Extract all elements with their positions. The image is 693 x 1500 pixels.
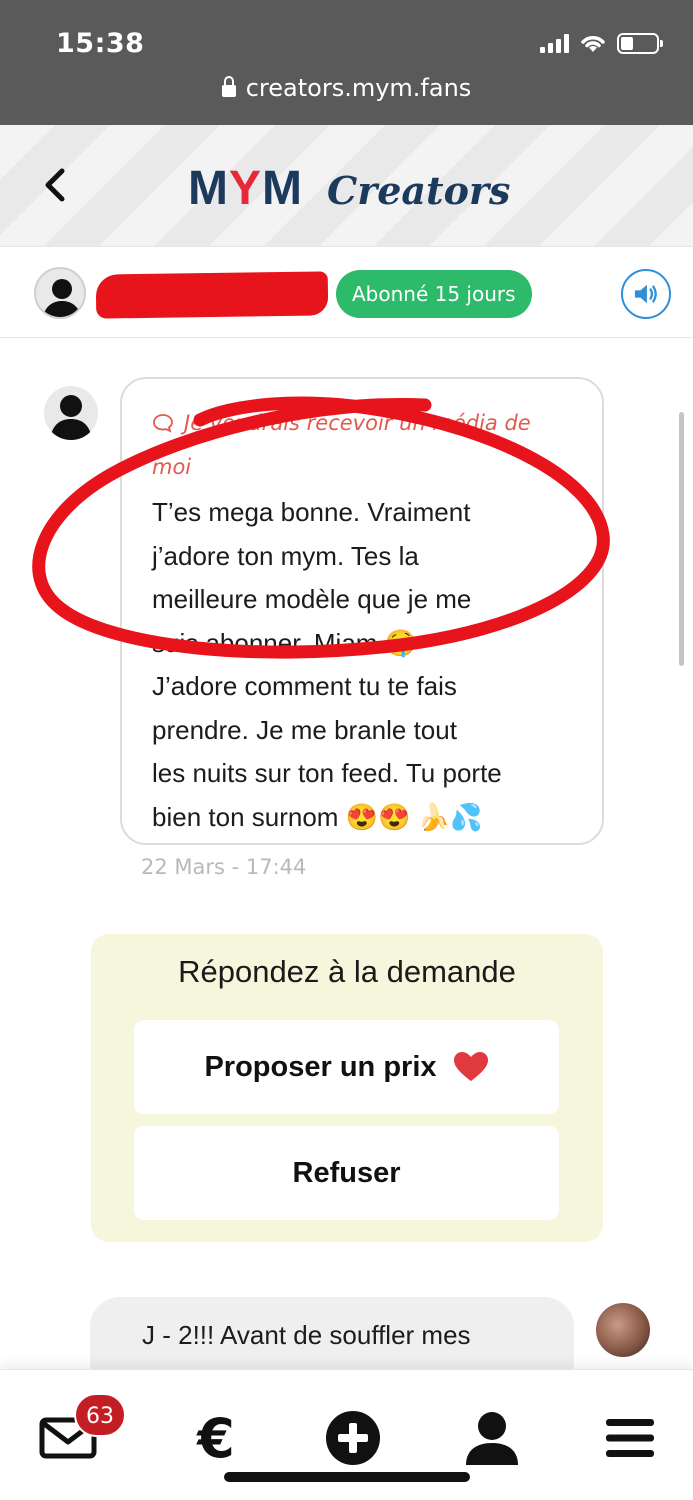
status-bar: 15:38 creators.mym.fans [0, 0, 693, 125]
wifi-icon [581, 36, 605, 52]
scrollbar[interactable] [679, 412, 684, 666]
reply-title: Répondez à la demande [178, 954, 516, 989]
speaker-icon[interactable] [621, 269, 671, 319]
lock-icon [221, 76, 236, 97]
nav-menu[interactable] [598, 1406, 662, 1470]
unread-badge: 63 [74, 1393, 126, 1437]
mym-logo: MYM Creators [188, 161, 510, 216]
heart-icon [453, 1052, 488, 1081]
propose-price-label: Proposer un prix [204, 1050, 437, 1083]
status-time: 15:38 [56, 28, 145, 59]
sender-avatar[interactable] [44, 386, 98, 440]
redacted-username [95, 271, 329, 319]
app-header: MYM Creators [0, 125, 693, 247]
user-icon [466, 1412, 518, 1465]
subscription-badge: Abonné 15 jours [336, 270, 532, 318]
euro-icon[interactable]: € [184, 1406, 248, 1470]
refuse-button[interactable]: Refuser [134, 1126, 559, 1220]
conversation-profile-bar: Abonné 15 jours [0, 248, 693, 338]
message-bubble: Je voudrais recevoir un média de moi T’e… [120, 377, 604, 845]
media-request-label: Je voudrais recevoir un média de moi [152, 411, 531, 479]
menu-icon [606, 1419, 654, 1457]
logo-creators: Creators [326, 168, 511, 213]
message-text: T’es mega bonne. Vraiment j’adore ton my… [152, 497, 502, 832]
battery-icon [617, 32, 663, 54]
plus-circle-icon [326, 1411, 380, 1465]
home-indicator[interactable] [224, 1472, 470, 1482]
refuse-label: Refuser [292, 1156, 401, 1189]
propose-price-button[interactable]: Proposer un prix [134, 1020, 559, 1114]
status-icons [540, 32, 663, 54]
signal-icon [540, 33, 569, 53]
chat-bubble-icon [153, 414, 173, 433]
avatar[interactable] [34, 267, 86, 319]
url-bar[interactable]: creators.mym.fans [0, 74, 693, 102]
reply-card: Répondez à la demande Proposer un prix R… [91, 934, 603, 1242]
url-text: creators.mym.fans [245, 74, 472, 102]
nav-create[interactable] [321, 1406, 385, 1470]
message-timestamp: 22 Mars - 17:44 [141, 855, 307, 879]
chevron-left-icon[interactable] [38, 165, 72, 205]
creator-avatar[interactable] [596, 1303, 650, 1357]
incoming-line: J - 2!!! Avant de souffler mes [142, 1320, 471, 1350]
logo-mym: MYM [188, 162, 303, 215]
nav-profile[interactable] [460, 1406, 524, 1470]
person-silhouette-icon [50, 395, 92, 440]
person-silhouette-icon [42, 279, 82, 317]
